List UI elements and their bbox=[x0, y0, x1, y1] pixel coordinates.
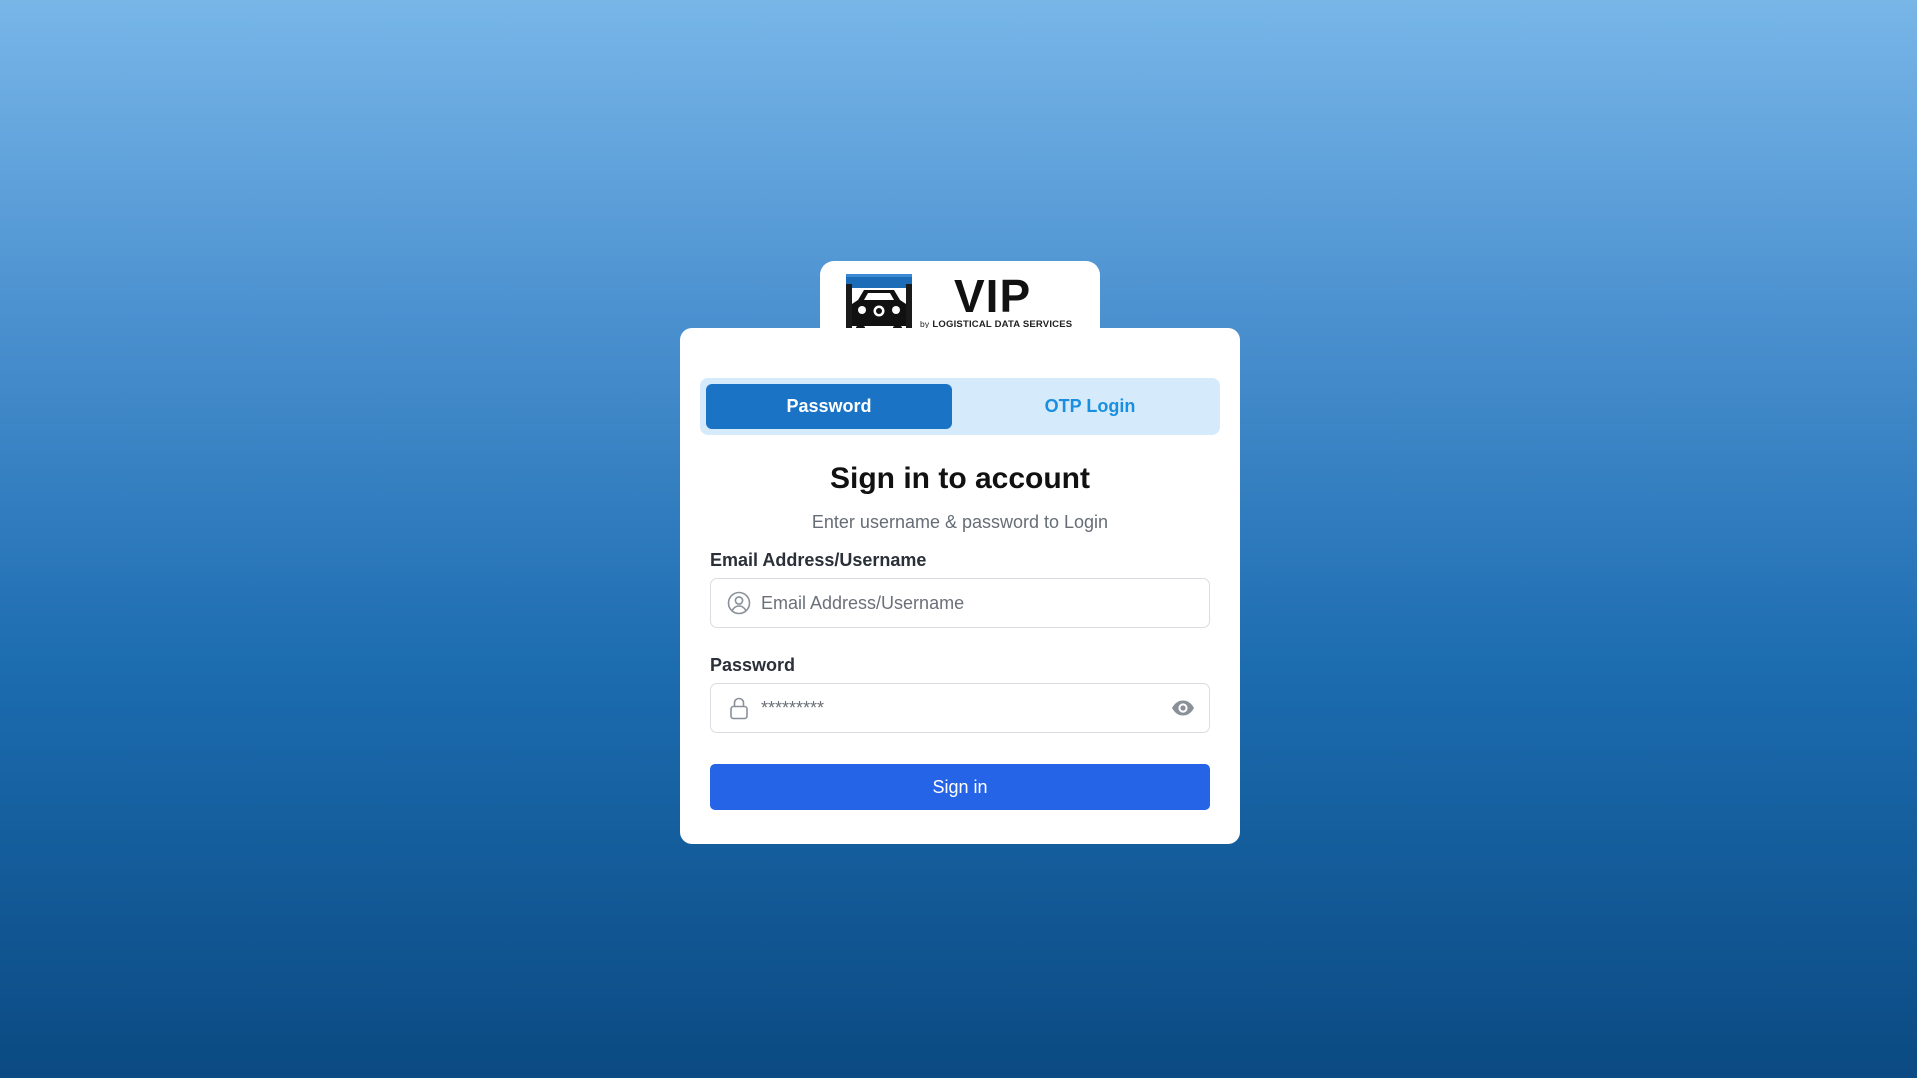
page-title: Sign in to account bbox=[830, 462, 1090, 495]
password-field[interactable] bbox=[710, 683, 1210, 733]
eye-icon[interactable] bbox=[1171, 697, 1195, 719]
password-input[interactable] bbox=[761, 684, 1141, 732]
login-mode-tabs: Password OTP Login bbox=[700, 378, 1220, 435]
email-field[interactable] bbox=[710, 578, 1210, 628]
logo-wordmark: VIP bbox=[954, 270, 1032, 322]
tab-otp-login[interactable]: OTP Login bbox=[967, 384, 1213, 429]
sign-in-button[interactable]: Sign in bbox=[710, 764, 1210, 810]
password-label: Password bbox=[710, 655, 796, 675]
tab-password[interactable]: Password bbox=[706, 384, 952, 429]
user-circle-icon bbox=[727, 591, 751, 615]
email-label: Email Address/Username bbox=[710, 550, 927, 570]
email-input[interactable] bbox=[761, 579, 1141, 627]
lock-icon bbox=[730, 697, 748, 720]
login-card: Password OTP Login Sign in to account En… bbox=[680, 328, 1240, 844]
page-subtitle: Enter username & password to Login bbox=[811, 512, 1109, 532]
